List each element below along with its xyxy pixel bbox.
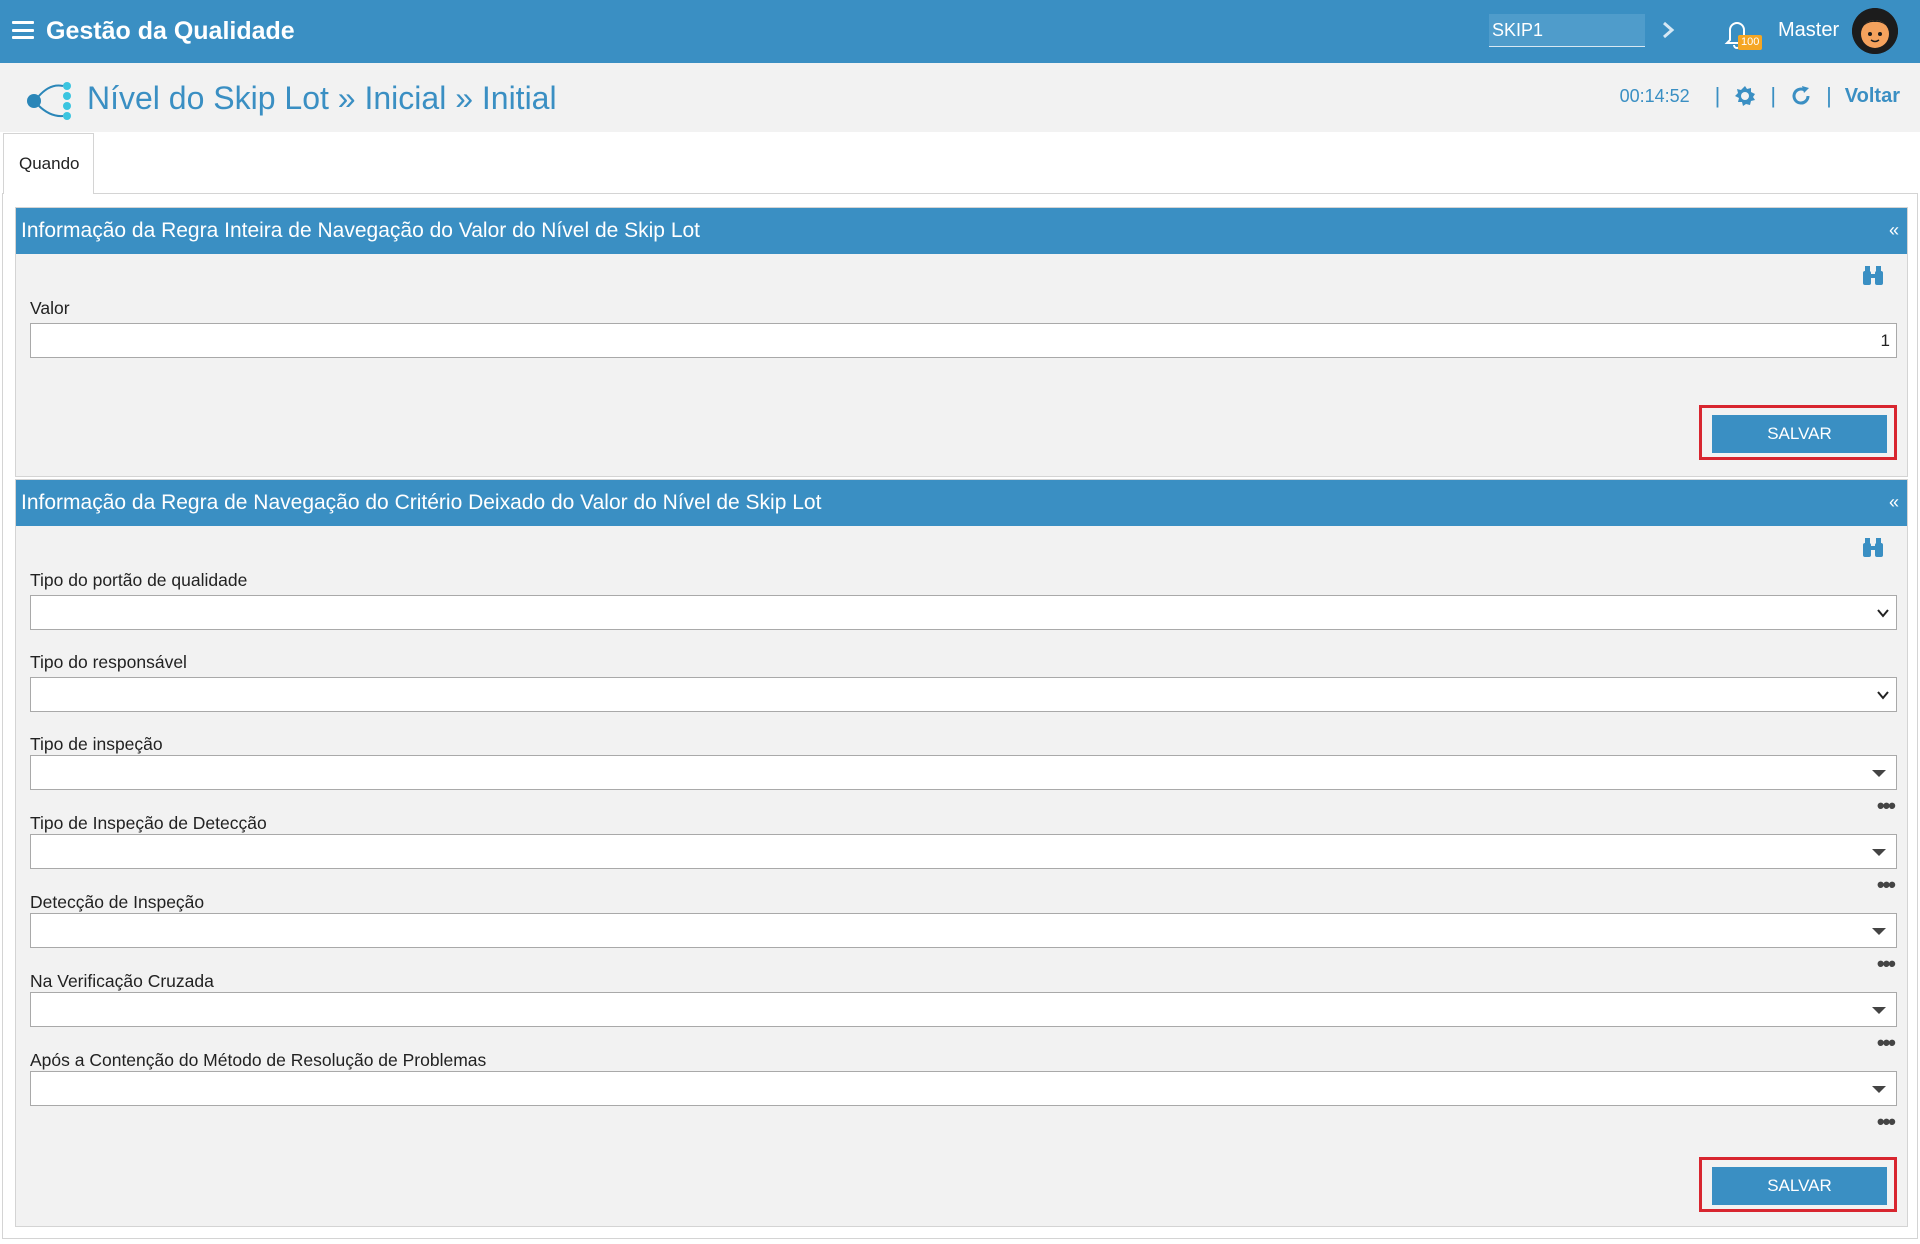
collapse-button[interactable]: « bbox=[1889, 492, 1899, 513]
more-icon[interactable]: ••• bbox=[1877, 1032, 1896, 1054]
highlight-box: SALVAR bbox=[1699, 1157, 1897, 1212]
inspection-type-combo[interactable] bbox=[30, 755, 1897, 790]
app-title: Gestão da Qualidade bbox=[46, 17, 295, 45]
section-title: Informação da Regra Inteira de Navegação… bbox=[21, 219, 701, 242]
search-input[interactable] bbox=[1489, 14, 1645, 47]
dropdown-arrow-icon[interactable] bbox=[1872, 849, 1886, 856]
save-button[interactable]: SALVAR bbox=[1712, 415, 1887, 453]
divider: | bbox=[1826, 83, 1832, 108]
section-valor: Informação da Regra Inteira de Navegação… bbox=[15, 207, 1908, 477]
collapse-button[interactable]: « bbox=[1889, 220, 1899, 241]
field-label: Detecção de Inspeção bbox=[30, 892, 205, 912]
menu-icon[interactable] bbox=[12, 21, 34, 39]
notification-badge: 100 bbox=[1738, 35, 1763, 50]
avatar[interactable] bbox=[1852, 8, 1898, 54]
dropdown-arrow-icon[interactable] bbox=[1872, 1086, 1886, 1093]
binoculars-icon[interactable] bbox=[1861, 265, 1885, 287]
chevron-down-icon bbox=[1877, 609, 1889, 618]
more-icon[interactable]: ••• bbox=[1877, 1111, 1896, 1133]
section-title: Informação da Regra de Navegação do Crit… bbox=[21, 491, 822, 514]
highlight-box: SALVAR bbox=[1699, 405, 1897, 460]
refresh-icon[interactable] bbox=[1789, 84, 1813, 108]
top-bar: Gestão da Qualidade 100 Master bbox=[0, 0, 1920, 63]
detection-inspection-type-combo[interactable] bbox=[30, 834, 1897, 869]
field-label: Tipo de inspeção bbox=[30, 734, 163, 754]
valor-value: 1 bbox=[1880, 331, 1890, 350]
field-label: Tipo do portão de qualidade bbox=[30, 570, 248, 590]
valor-label: Valor bbox=[30, 298, 70, 318]
containment-method-combo[interactable] bbox=[30, 1071, 1897, 1106]
user-name[interactable]: Master bbox=[1778, 19, 1839, 42]
field-label: Tipo do responsável bbox=[30, 652, 187, 672]
gear-icon[interactable] bbox=[1733, 84, 1757, 108]
tab-quando[interactable]: Quando bbox=[3, 133, 94, 194]
dropdown-arrow-icon[interactable] bbox=[1872, 928, 1886, 935]
cross-check-combo[interactable] bbox=[30, 992, 1897, 1027]
inspection-detection-combo[interactable] bbox=[30, 913, 1897, 948]
dropdown-arrow-icon[interactable] bbox=[1872, 770, 1886, 777]
responsible-type-select[interactable] bbox=[30, 677, 1897, 712]
more-icon[interactable]: ••• bbox=[1877, 953, 1896, 975]
more-icon[interactable]: ••• bbox=[1877, 795, 1896, 817]
divider: | bbox=[1770, 83, 1777, 108]
page-title: Nível do Skip Lot » Inicial » Initial bbox=[87, 80, 557, 116]
quality-gate-type-select[interactable] bbox=[30, 595, 1897, 630]
session-timer: 00:14:52 bbox=[1619, 85, 1690, 106]
section-header: Informação da Regra de Navegação do Crit… bbox=[16, 480, 1907, 526]
field-label: Na Verificação Cruzada bbox=[30, 971, 214, 991]
more-icon[interactable]: ••• bbox=[1877, 874, 1896, 896]
section-criterio: Informação da Regra de Navegação do Crit… bbox=[15, 479, 1908, 1227]
chevron-right-icon[interactable] bbox=[1658, 15, 1678, 45]
dropdown-arrow-icon[interactable] bbox=[1872, 1007, 1886, 1014]
section-header: Informação da Regra Inteira de Navegação… bbox=[16, 208, 1907, 254]
field-label: Tipo de Inspeção de Detecção bbox=[30, 813, 267, 833]
divider: | bbox=[1714, 83, 1721, 108]
page-header: Nível do Skip Lot » Inicial » Initial 00… bbox=[0, 63, 1920, 132]
binoculars-icon[interactable] bbox=[1861, 537, 1885, 559]
field-label: Após a Contenção do Método de Resolução … bbox=[30, 1050, 487, 1070]
back-link[interactable]: Voltar bbox=[1845, 85, 1900, 108]
chevron-down-icon bbox=[1877, 691, 1889, 700]
workflow-icon bbox=[27, 82, 71, 120]
valor-input[interactable]: 1 bbox=[30, 323, 1897, 358]
save-button[interactable]: SALVAR bbox=[1712, 1167, 1887, 1205]
